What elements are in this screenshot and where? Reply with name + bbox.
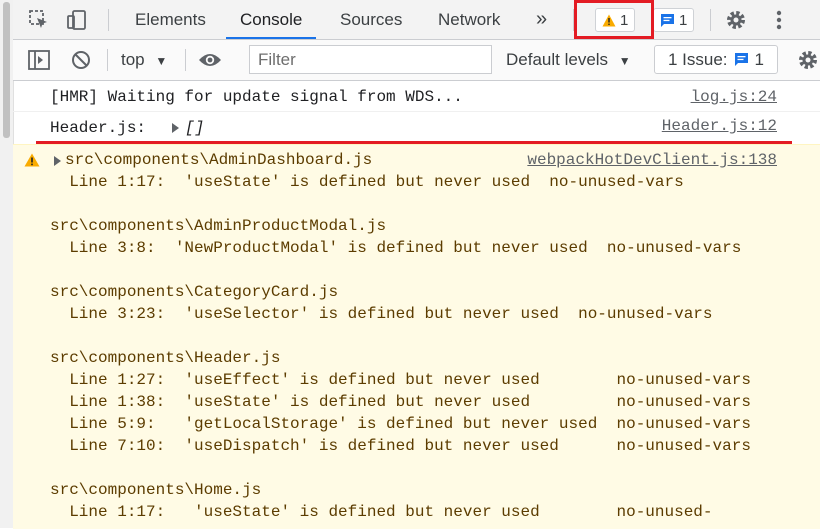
scrollbar-thumb[interactable] [3, 2, 10, 138]
issues-label: 1 Issue: [667, 49, 728, 69]
message-icon [661, 13, 674, 27]
levels-label: Default levels [506, 50, 609, 69]
highlight-box [574, 0, 654, 39]
warning-line: Line 1:27: 'useEffect' is defined but ne… [50, 371, 751, 389]
console-toolbar: top ▼ Default levels ▼ 1 Issue: 1 [13, 40, 820, 81]
chevron-down-icon: ▼ [618, 54, 631, 68]
warning-line: Line 3:8: 'NewProductModal' is defined b… [50, 239, 742, 257]
issues-button[interactable]: 1 Issue: 1 [654, 45, 778, 74]
expand-triangle-icon[interactable] [54, 156, 61, 166]
more-options-icon[interactable] [767, 8, 791, 32]
live-expression-eye-icon[interactable] [198, 48, 222, 72]
more-tabs-icon[interactable]: » [536, 0, 547, 39]
warning-line: src\components\AdminProductModal.js [50, 217, 387, 235]
log-levels-dropdown[interactable]: Default levels ▼ [506, 40, 631, 80]
expand-triangle-icon[interactable] [172, 123, 179, 133]
warning-line: Line 3:23: 'useSelector' is defined but … [50, 305, 713, 323]
inspect-element-icon[interactable] [27, 8, 51, 32]
log-source-link[interactable]: log.js:24 [691, 88, 777, 106]
warning-icon [24, 153, 40, 167]
warning-line: Line 1:17: 'useState' is defined but nev… [50, 503, 713, 521]
context-selector[interactable]: top ▼ [121, 40, 167, 80]
warning-message: webpackHotDevClient.js:138 src\component… [13, 144, 820, 529]
tab-sources[interactable]: Sources [340, 0, 402, 39]
sidebar-toggle-icon[interactable] [27, 48, 51, 72]
warning-line: src\components\AdminDashboard.js [65, 151, 373, 169]
log-row: [HMR] Waiting for update signal from WDS… [13, 81, 820, 112]
log-source-link[interactable]: Header.js:12 [662, 117, 777, 135]
console-output: [HMR] Waiting for update signal from WDS… [13, 81, 820, 529]
filter-input[interactable] [249, 45, 492, 74]
warning-line: Line 1:38: 'useState' is defined but nev… [50, 393, 751, 411]
messages-count: 1 [679, 11, 688, 29]
console-settings-gear-icon[interactable] [796, 48, 820, 72]
tab-network[interactable]: Network [438, 0, 500, 39]
log-object-preview[interactable]: [] [185, 119, 204, 137]
settings-gear-icon[interactable] [724, 8, 748, 32]
device-toolbar-icon[interactable] [65, 8, 89, 32]
warning-line: src\components\CategoryCard.js [50, 283, 339, 301]
clear-console-icon[interactable] [69, 48, 93, 72]
message-icon [734, 53, 748, 66]
warning-source-link[interactable]: webpackHotDevClient.js:138 [527, 151, 777, 169]
scrollbar-left[interactable] [0, 0, 14, 528]
log-message: [HMR] Waiting for update signal from WDS… [50, 88, 463, 106]
warning-line: src\components\Header.js [50, 349, 281, 367]
devtools-tab-bar: Elements Console Sources Network » 1 1 [13, 0, 820, 40]
chevron-down-icon: ▼ [155, 54, 168, 68]
warning-line: Line 5:9: 'getLocalStorage' is defined b… [50, 415, 751, 433]
warning-line: Line 7:10: 'useDispatch' is defined but … [50, 437, 751, 455]
context-label: top [121, 50, 145, 69]
issues-count: 1 [754, 49, 764, 69]
tab-console[interactable]: Console [226, 0, 317, 39]
warning-line: Line 1:17: 'useState' is defined but nev… [50, 173, 684, 191]
warning-line: src\components\Home.js [50, 481, 262, 499]
tab-elements[interactable]: Elements [135, 0, 206, 39]
log-message: Header.js: [50, 119, 147, 137]
messages-badge[interactable]: 1 [653, 8, 695, 32]
